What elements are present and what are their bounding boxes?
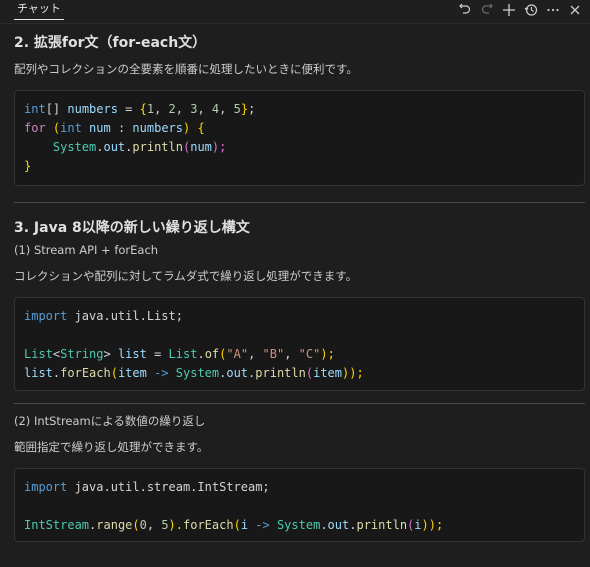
code-block-intstream[interactable]: import java.util.stream.IntStream; IntSt… <box>14 468 585 542</box>
section-2-heading: 2. 拡張for文（for-each文） <box>14 35 207 51</box>
code-line: int[] numbers = {1, 2, 3, 4, 5}; <box>24 102 256 116</box>
toolbar <box>454 0 586 20</box>
subsection-2-description: 範囲指定で繰り返し処理ができます。 <box>14 440 209 454</box>
plus-icon[interactable] <box>498 0 520 20</box>
subsection-2-heading: (2) IntStreamによる数値の繰り返し <box>14 414 206 428</box>
subsection-1-description: コレクションや配列に対してラムダ式で繰り返し処理ができます。 <box>14 269 358 283</box>
more-icon[interactable] <box>542 0 564 20</box>
section-2-description: 配列やコレクションの全要素を順番に処理したいときに便利です。 <box>14 62 358 76</box>
history-icon[interactable] <box>520 0 542 20</box>
code-line: for (int num : numbers) { <box>24 121 205 135</box>
code-line: List<String> list = List.of("A", "B", "C… <box>24 347 335 361</box>
undo-icon[interactable] <box>454 0 476 20</box>
code-line: IntStream.range(0, 5).forEach(i -> Syste… <box>24 518 444 532</box>
redo-icon[interactable] <box>476 0 498 20</box>
code-line: System.out.println(num); <box>24 140 227 154</box>
section-3-heading: 3. Java 8以降の新しい繰り返し構文 <box>14 220 250 236</box>
tab-chat[interactable]: チャット <box>14 0 64 20</box>
chat-panel-header: チャット <box>0 0 590 24</box>
code-line: import java.util.List; <box>24 309 183 323</box>
code-line: import java.util.stream.IntStream; <box>24 480 270 494</box>
section-divider <box>14 202 585 203</box>
code-line: list.forEach(item -> System.out.println(… <box>24 366 364 380</box>
code-block-for-each[interactable]: int[] numbers = {1, 2, 3, 4, 5}; for (in… <box>14 90 585 186</box>
chat-response: 2. 拡張for文（for-each文） 配列やコレクションの全要素を順番に処理… <box>14 24 585 542</box>
subsection-1-heading: (1) Stream API + forEach <box>14 243 159 257</box>
code-block-stream-foreach[interactable]: import java.util.List; List<String> list… <box>14 297 585 391</box>
close-icon[interactable] <box>564 0 586 20</box>
subsection-divider <box>14 403 585 404</box>
code-line: } <box>24 159 32 173</box>
